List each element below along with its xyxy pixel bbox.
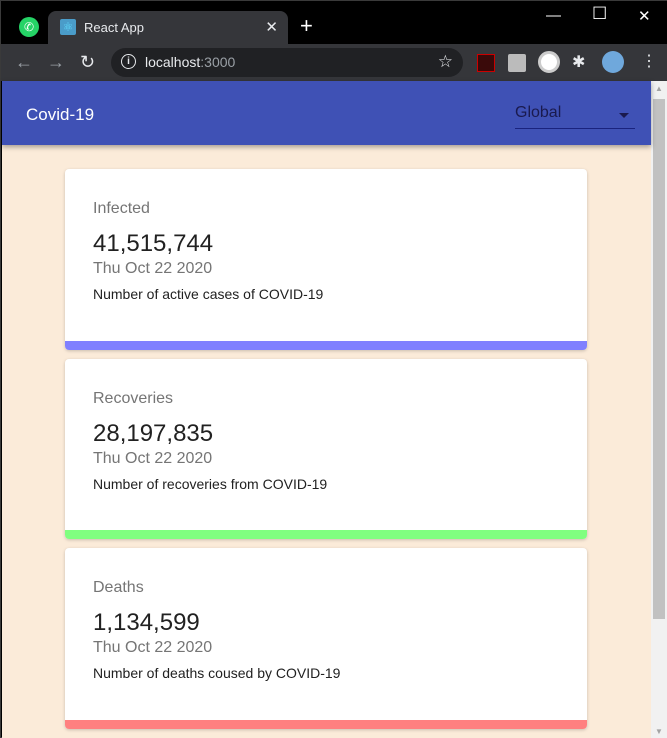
card-value: 1,134,599 bbox=[93, 609, 200, 636]
scrollbar[interactable]: ▲ ▼ bbox=[651, 81, 667, 738]
main-content: Infected 41,515,744 Thu Oct 22 2020 Numb… bbox=[2, 145, 651, 738]
app-title: Covid-19 bbox=[26, 105, 95, 124]
new-tab-icon[interactable]: + bbox=[300, 13, 313, 39]
card-deaths: Deaths 1,134,599 Thu Oct 22 2020 Number … bbox=[65, 548, 587, 729]
extensions-puzzle-icon[interactable]: ✱ bbox=[572, 52, 590, 71]
bookmark-star-icon[interactable]: ☆ bbox=[438, 52, 453, 72]
url-port: :3000 bbox=[200, 54, 236, 70]
card-value: 41,515,744 bbox=[93, 230, 214, 257]
card-color-bar bbox=[65, 530, 587, 539]
scrollbar-thumb[interactable] bbox=[653, 99, 665, 619]
url-host: localhost bbox=[145, 54, 201, 70]
card-label: Recoveries bbox=[93, 390, 174, 407]
info-icon[interactable]: i bbox=[121, 54, 136, 69]
reload-icon[interactable]: ↻ bbox=[80, 52, 95, 73]
card-recoveries: Recoveries 28,197,835 Thu Oct 22 2020 Nu… bbox=[65, 359, 587, 539]
card-description: Number of deaths coused by COVID-19 bbox=[93, 665, 341, 681]
country-select[interactable]: Global bbox=[515, 99, 635, 129]
browser-toolbar: ← → ↻ i localhost:3000 ☆ ✱ ⋮ bbox=[1, 44, 667, 81]
card-color-bar bbox=[65, 720, 587, 729]
card-description: Number of active cases of COVID-19 bbox=[93, 286, 324, 302]
card-infected: Infected 41,515,744 Thu Oct 22 2020 Numb… bbox=[65, 169, 587, 350]
menu-dots-icon[interactable]: ⋮ bbox=[641, 51, 659, 70]
profile-avatar[interactable] bbox=[602, 51, 624, 73]
card-color-bar bbox=[65, 341, 587, 350]
address-bar[interactable]: i localhost:3000 ☆ bbox=[111, 48, 463, 77]
card-description: Number of recoveries from COVID-19 bbox=[93, 476, 328, 492]
back-icon[interactable]: ← bbox=[15, 52, 33, 73]
card-date: Thu Oct 22 2020 bbox=[93, 639, 213, 656]
card-date: Thu Oct 22 2020 bbox=[93, 450, 213, 467]
tab-strip: ✆ ⚛ React App ✕ + — ☐ ✕ bbox=[1, 1, 667, 44]
whatsapp-icon[interactable]: ✆ bbox=[19, 17, 39, 37]
close-tab-icon[interactable]: ✕ bbox=[265, 18, 278, 36]
scroll-up-icon[interactable]: ▲ bbox=[655, 84, 663, 93]
extension-icon[interactable] bbox=[508, 54, 526, 72]
app-bar: Covid-19 Global bbox=[2, 81, 651, 145]
react-icon: ⚛ bbox=[60, 19, 76, 35]
scroll-down-icon[interactable]: ▼ bbox=[655, 727, 663, 736]
minimize-icon[interactable]: — bbox=[546, 7, 561, 24]
card-value: 28,197,835 bbox=[93, 420, 214, 447]
maximize-icon[interactable]: ☐ bbox=[592, 4, 607, 24]
card-label: Infected bbox=[93, 200, 150, 217]
country-select-value: Global bbox=[515, 104, 562, 121]
forward-icon[interactable]: → bbox=[47, 52, 65, 73]
browser-window: ✆ ⚛ React App ✕ + — ☐ ✕ ← → ↻ i localhos… bbox=[0, 0, 667, 738]
window-close-icon[interactable]: ✕ bbox=[638, 7, 651, 25]
tab-title: React App bbox=[84, 20, 144, 35]
tab-react-app[interactable]: ⚛ React App ✕ bbox=[48, 11, 288, 44]
extension-circle-icon[interactable] bbox=[538, 51, 560, 73]
dropdown-caret-icon bbox=[619, 113, 629, 118]
card-label: Deaths bbox=[93, 579, 144, 596]
card-date: Thu Oct 22 2020 bbox=[93, 260, 213, 277]
acrobat-extension-icon[interactable] bbox=[477, 54, 495, 72]
